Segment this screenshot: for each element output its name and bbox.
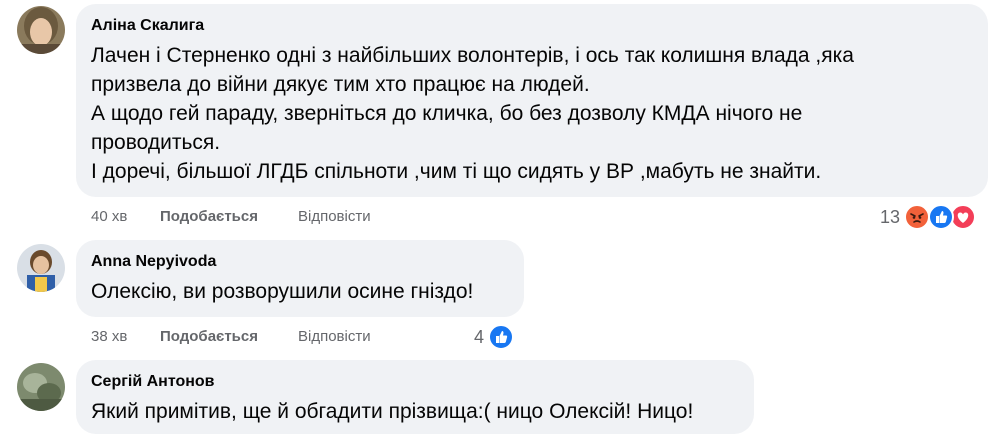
reply-button[interactable]: Відповісти: [298, 207, 371, 227]
avatar[interactable]: [17, 6, 65, 54]
user-avatar-image: [17, 244, 65, 292]
comment-bubble: Anna Nepyivoda Олексію, ви розворушили о…: [76, 240, 524, 317]
reaction-count: 4: [474, 327, 485, 347]
comment-author[interactable]: Аліна Скалига: [91, 16, 970, 36]
like-icon: [928, 204, 954, 230]
reaction-count: 13: [880, 207, 901, 227]
comment-bubble: Сергій Антонов Який примітив, ще й обгад…: [76, 360, 754, 434]
like-button[interactable]: Подобається: [160, 327, 258, 347]
comment-text-line: І доречі, більшої ЛГДБ спільноти ,чим ті…: [91, 160, 822, 183]
comment-timestamp[interactable]: 40 хв: [91, 207, 127, 227]
comment-text-line: Лачен і Стерненко одні з найбільших воло…: [91, 44, 854, 67]
comment-bubble: Аліна Скалига Лачен і Стерненко одні з н…: [76, 4, 988, 197]
comment-text-line: призвела до війни дякує тим хто працює н…: [91, 73, 590, 96]
comment-text-line: Олексію, ви розворушили осине гніздо!: [91, 280, 474, 303]
comment-author[interactable]: Сергій Антонов: [91, 372, 736, 392]
comment-actions: 40 хв Подобається Відповісти: [91, 207, 491, 227]
reply-button[interactable]: Відповісти: [298, 327, 371, 347]
angry-icon: [904, 204, 930, 230]
like-button[interactable]: Подобається: [160, 207, 258, 227]
user-avatar-image: [17, 363, 65, 411]
comment-text-line: Який примітив, ще й обгадити прізвища:( …: [91, 400, 694, 423]
user-avatar-image: [17, 6, 65, 54]
comment-text-line: проводиться.: [91, 131, 221, 154]
comment-actions: 38 хв Подобається Відповісти: [91, 327, 491, 347]
reaction-summary[interactable]: 13: [880, 202, 980, 232]
avatar[interactable]: [17, 363, 65, 411]
like-icon: [488, 324, 514, 350]
reaction-summary[interactable]: 4: [474, 322, 524, 352]
comment-text-line: А щодо гей параду, зверніться до кличка,…: [91, 102, 803, 125]
comment-author[interactable]: Anna Nepyivoda: [91, 252, 506, 272]
avatar[interactable]: [17, 244, 65, 292]
comment-timestamp[interactable]: 38 хв: [91, 327, 127, 347]
